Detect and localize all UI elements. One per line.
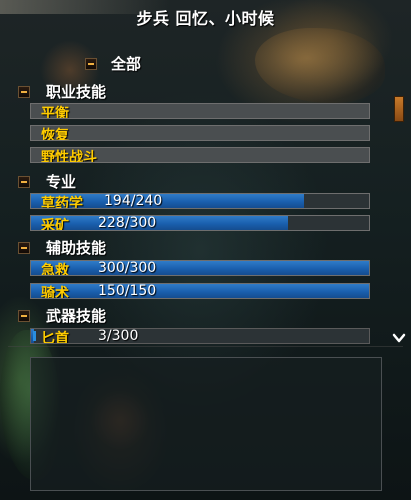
- scrollbar-thumb[interactable]: [394, 96, 404, 122]
- skill-value: 228/300: [98, 215, 157, 231]
- group-header-class-skills[interactable]: 职业技能: [18, 81, 106, 102]
- skill-bar-daggers[interactable]: 匕首 3/300: [30, 328, 370, 344]
- skill-value: 194/240: [104, 193, 163, 209]
- skill-name: 采矿: [41, 218, 69, 231]
- skill-bar-balance[interactable]: 平衡: [30, 103, 370, 119]
- chevron-down-icon-svg: [392, 333, 406, 343]
- skill-value: 3/300: [98, 328, 139, 344]
- skill-detail-pane: [30, 357, 382, 491]
- skill-progress-fill: [31, 284, 369, 298]
- minus-toggle-icon[interactable]: [18, 85, 30, 98]
- group-header-professions[interactable]: 专业: [18, 171, 76, 192]
- all-skills-label: 全部: [111, 55, 142, 73]
- minus-toggle-icon[interactable]: [18, 309, 30, 322]
- skill-bar-mining[interactable]: 采矿 228/300: [30, 215, 370, 231]
- group-label: 专业: [46, 173, 77, 191]
- group-label: 武器技能: [46, 307, 107, 325]
- group-label: 辅助技能: [46, 239, 107, 257]
- skill-name: 平衡: [41, 106, 69, 119]
- skill-bar-herbalism[interactable]: 草药学 194/240: [30, 193, 370, 209]
- skill-name: 骑术: [41, 286, 69, 299]
- group-header-weapon-skills[interactable]: 武器技能: [18, 305, 106, 326]
- group-label: 职业技能: [46, 83, 107, 101]
- skill-name: 匕首: [41, 331, 69, 344]
- skills-frame: 步兵 回忆、小时候 全部 职业技能 平衡 恢复 野性战斗 专业 草药学 194/…: [0, 0, 411, 500]
- window-title: 步兵 回忆、小时候: [136, 9, 275, 28]
- skill-progress-fill: [31, 216, 288, 230]
- selection-marker: [33, 331, 36, 341]
- skill-value: 300/300: [98, 260, 157, 276]
- chevron-down-icon[interactable]: [389, 330, 409, 350]
- group-header-secondary-skills[interactable]: 辅助技能: [18, 237, 106, 258]
- minus-toggle-icon[interactable]: [18, 175, 30, 188]
- minus-toggle-icon[interactable]: [85, 57, 97, 70]
- skill-bar-restoration[interactable]: 恢复: [30, 125, 370, 141]
- skill-value: 150/150: [98, 283, 157, 299]
- skill-name: 野性战斗: [41, 150, 97, 163]
- skill-bar-first-aid[interactable]: 急救 300/300: [30, 260, 370, 276]
- divider: [8, 346, 403, 347]
- skill-bar-feral-combat[interactable]: 野性战斗: [30, 147, 370, 163]
- minus-toggle-icon[interactable]: [18, 241, 30, 254]
- skill-progress-fill: [31, 261, 369, 275]
- skill-name: 急救: [41, 263, 69, 276]
- skill-bar-riding[interactable]: 骑术 150/150: [30, 283, 370, 299]
- all-skills-toggle-row[interactable]: 全部: [85, 53, 141, 74]
- skill-name: 草药学: [41, 196, 83, 209]
- skill-name: 恢复: [41, 128, 69, 141]
